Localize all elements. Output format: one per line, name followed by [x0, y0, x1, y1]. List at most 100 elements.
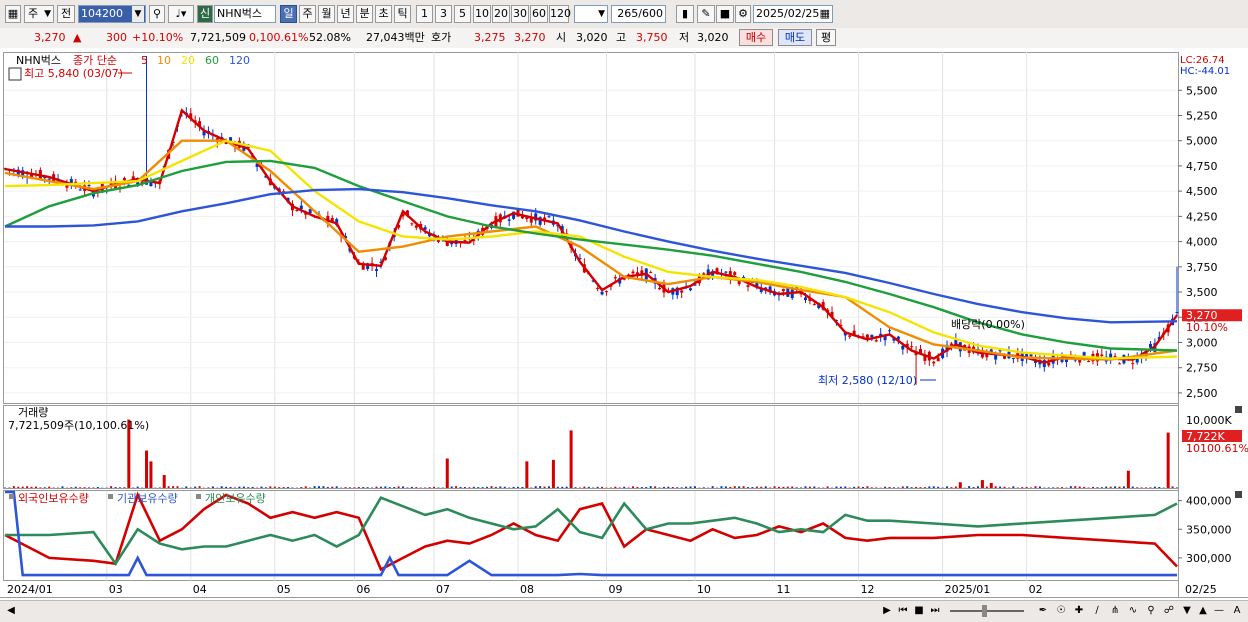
- volume-bar: [1057, 487, 1059, 488]
- volume-bar: [778, 487, 780, 488]
- scroll-right-icon[interactable]: ▶: [880, 604, 894, 618]
- volume-bar: [44, 487, 46, 488]
- interval-tab-4[interactable]: 분: [356, 5, 373, 23]
- buy-button[interactable]: 매수: [739, 29, 773, 46]
- date-field[interactable]: 2025/02/25▦: [753, 5, 833, 23]
- crosshair-icon[interactable]: ✚: [1072, 604, 1086, 618]
- candle-body: [123, 178, 126, 180]
- volume-bar: [70, 487, 72, 488]
- interval-tab-2[interactable]: 월: [318, 5, 335, 23]
- save-icon[interactable]: ■: [716, 5, 734, 23]
- month-label: 11: [777, 583, 791, 596]
- arrow-up-icon[interactable]: ▲: [1196, 604, 1210, 618]
- volume-bar: [1154, 487, 1156, 488]
- candle-body: [375, 269, 378, 271]
- month-label: 08: [520, 583, 534, 596]
- sound-icon[interactable]: ♩▾: [168, 5, 194, 23]
- volume-bar: [331, 487, 333, 488]
- scroll-left-icon[interactable]: ◀: [4, 604, 18, 618]
- volume-bar: [185, 486, 187, 488]
- interval-tab-1[interactable]: 주: [299, 5, 316, 23]
- candle-icon[interactable]: ▮: [676, 5, 694, 23]
- candle-body: [88, 185, 91, 186]
- zoom-in-icon[interactable]: A: [1230, 604, 1244, 618]
- stock-name-field[interactable]: NHN벅스: [214, 5, 276, 23]
- volume-bar: [734, 486, 736, 488]
- current-price: 3,270: [34, 31, 66, 45]
- volume-bar: [415, 487, 417, 488]
- volume-bar: [1004, 487, 1006, 488]
- volume-bar: [437, 487, 439, 488]
- sell-button[interactable]: 매도: [778, 29, 812, 46]
- count-button-10[interactable]: 10: [473, 5, 491, 23]
- period-type-select[interactable]: 주▼: [24, 5, 54, 23]
- drawing-icon[interactable]: ✒: [1036, 604, 1050, 618]
- calendar-icon[interactable]: ▦: [820, 6, 830, 22]
- interval-tab-0[interactable]: 일: [280, 5, 297, 23]
- trend-line-icon[interactable]: ∕: [1090, 604, 1104, 618]
- volume-bar: [123, 487, 125, 488]
- volume-bar: [349, 487, 351, 488]
- volume-bar: [110, 486, 112, 488]
- extra-select[interactable]: ▼: [574, 5, 608, 23]
- wave-icon[interactable]: ∿: [1126, 604, 1140, 618]
- new-badge[interactable]: 신: [197, 5, 213, 23]
- count-button-5[interactable]: 5: [454, 5, 471, 23]
- volume-bar: [720, 486, 722, 488]
- count-button-30[interactable]: 30: [511, 5, 529, 23]
- count-button-3[interactable]: 3: [435, 5, 452, 23]
- gear-icon[interactable]: ⚙: [735, 5, 751, 23]
- link-icon[interactable]: ☍: [1162, 604, 1176, 618]
- eval-button[interactable]: 평: [816, 29, 836, 46]
- volume-spike: [552, 460, 555, 488]
- volume-bar: [402, 486, 404, 488]
- search-icon[interactable]: ⚲: [149, 5, 165, 23]
- volume-label: 7,721,509주(10,100.61%): [8, 419, 149, 432]
- month-label: 02: [1029, 583, 1043, 596]
- layout-icon[interactable]: ▦: [5, 5, 21, 23]
- tool-icon[interactable]: ✎: [697, 5, 715, 23]
- volume-bar: [743, 486, 745, 488]
- chevron-down-icon[interactable]: ▼: [132, 6, 144, 22]
- volume-bar: [39, 487, 41, 488]
- count-button-20[interactable]: 20: [492, 5, 510, 23]
- count-button-60[interactable]: 60: [530, 5, 548, 23]
- volume-bar: [977, 486, 979, 488]
- display-count[interactable]: 265/600: [611, 5, 666, 23]
- candle-body: [1087, 361, 1090, 362]
- interval-tab-3[interactable]: 년: [337, 5, 354, 23]
- count-button-1[interactable]: 1: [416, 5, 433, 23]
- volume-bar: [663, 487, 665, 488]
- volume-bar: [756, 487, 758, 488]
- volume-bar: [800, 487, 802, 488]
- volume-bar: [968, 486, 970, 488]
- stop-icon[interactable]: ■: [912, 604, 926, 618]
- stock-code-input[interactable]: 104200▼: [78, 5, 146, 23]
- rewind-icon[interactable]: ⏮: [896, 604, 910, 618]
- search-icon[interactable]: ⚲: [1144, 604, 1158, 618]
- volume-bar: [1176, 487, 1178, 488]
- chart-scrollbar[interactable]: ◀ ▶ ⏮ ■ ⏭ ✒ ☉ ✚ ∕ ⋔ ∿ ⚲ ☍ ▼ ▲ — A: [0, 600, 1248, 622]
- count-button-120[interactable]: 120: [549, 5, 569, 23]
- volume-bar: [583, 487, 585, 488]
- fork-icon[interactable]: ⋔: [1108, 604, 1122, 618]
- month-label: 06: [356, 583, 370, 596]
- zoom-out-icon[interactable]: —: [1212, 604, 1226, 618]
- measure-icon[interactable]: ☉: [1054, 604, 1068, 618]
- volume-bar: [760, 487, 762, 488]
- zoom-slider[interactable]: [950, 610, 1024, 612]
- volume-bar: [928, 486, 930, 488]
- market-button[interactable]: 전: [57, 5, 75, 23]
- month-label: 2025/01: [945, 583, 991, 596]
- candle-body: [804, 298, 807, 301]
- fast-forward-icon[interactable]: ⏭: [928, 604, 942, 618]
- volume-bar: [345, 487, 347, 488]
- interval-tab-6[interactable]: 틱: [394, 5, 411, 23]
- volume-bar: [35, 487, 37, 488]
- zoom-slider-handle[interactable]: [982, 605, 987, 617]
- volume-bar: [504, 487, 506, 488]
- volume-spike: [981, 480, 984, 488]
- interval-tab-5[interactable]: 초: [375, 5, 392, 23]
- arrow-down-icon[interactable]: ▼: [1180, 604, 1194, 618]
- stock-chart[interactable]: 2024/01030405060708091011122025/010202/2…: [0, 48, 1248, 600]
